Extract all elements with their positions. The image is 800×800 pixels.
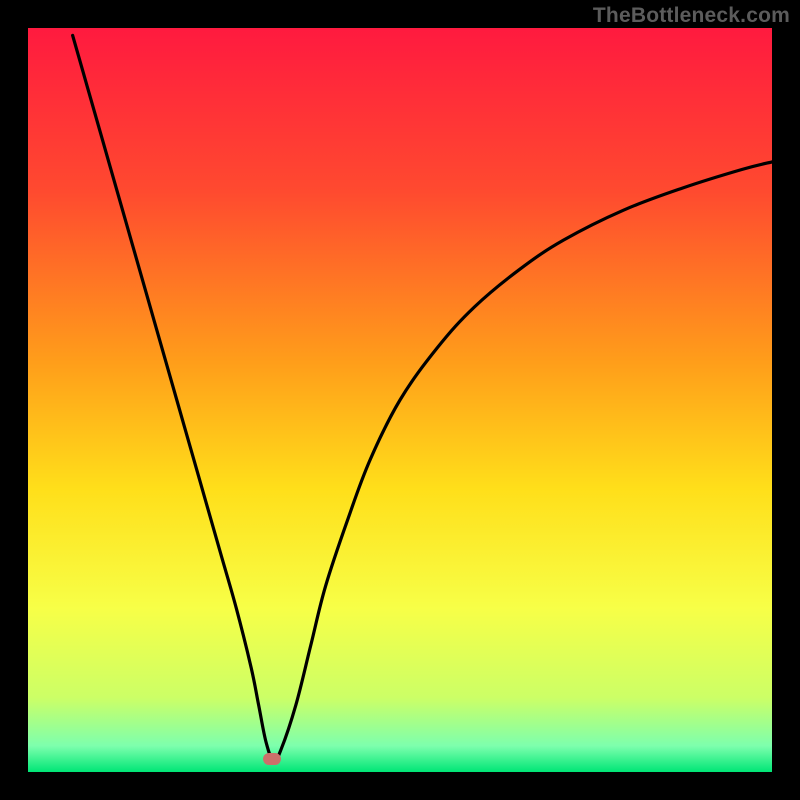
watermark-label: TheBottleneck.com: [593, 4, 790, 28]
minimum-marker: [263, 753, 281, 765]
chart-frame: [28, 28, 772, 772]
chart-svg: [28, 28, 772, 772]
